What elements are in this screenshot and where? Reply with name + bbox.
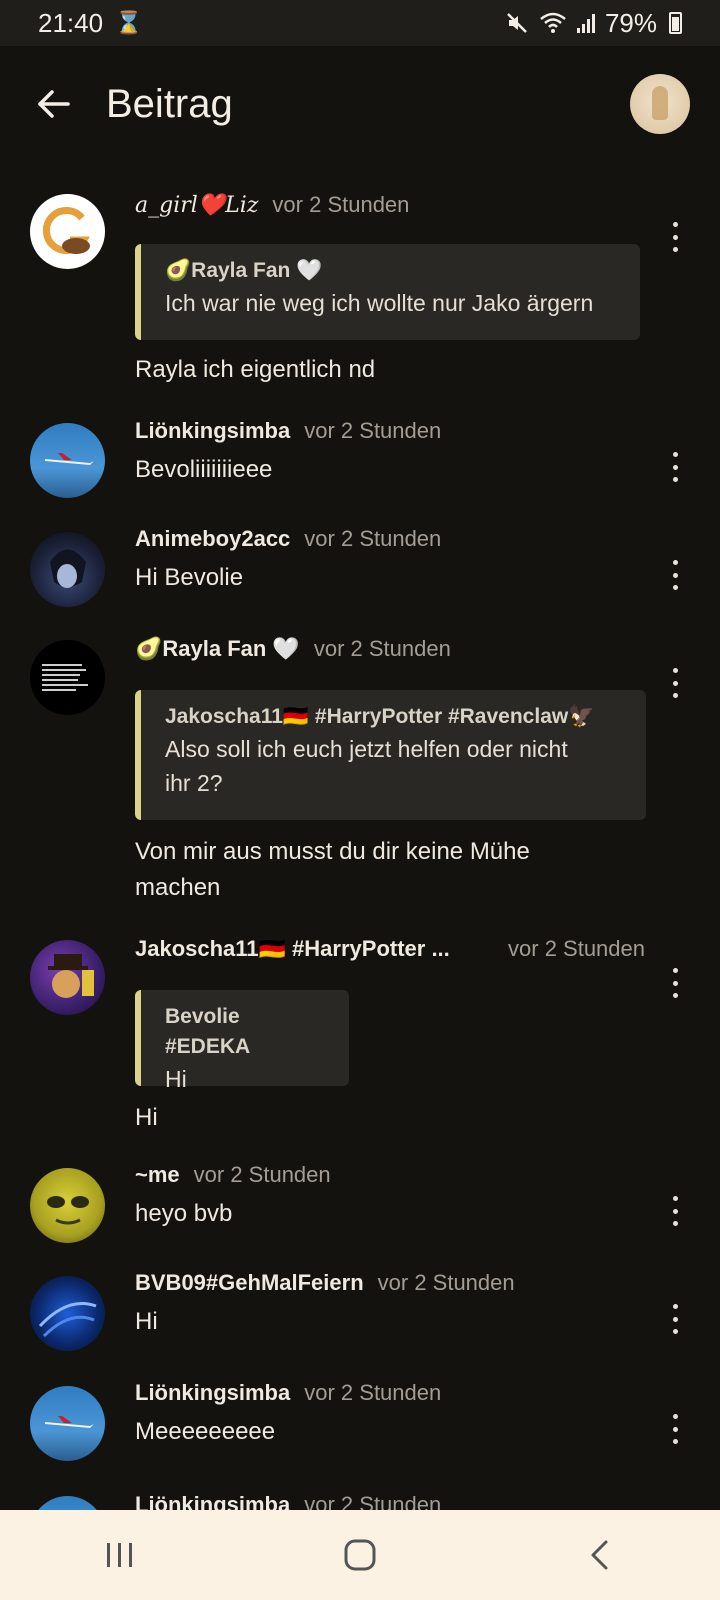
quote-text: Hi [165,1066,187,1092]
quoted-message[interactable]: Jakoscha11🇩🇪 #HarryPotter #Ravenclaw🦅 Al… [135,690,646,820]
wifi-icon [540,12,566,33]
comment-header: Jakoscha11🇩🇪 #HarryPotter ... vor 2 Stun… [135,936,645,962]
page-title: Beitrag [106,82,233,126]
timestamp: vor 2 Stunden [304,418,442,443]
quote-text-line-2: ihr 2? [165,770,223,796]
comment-text: Von mir aus musst du dir keine Mühe mach… [135,834,530,906]
quote-text: Ich war nie weg ich wollte nur Jako ärge… [165,290,594,316]
more-options-icon[interactable] [664,968,686,998]
comment-header: Liönkingsimba vor 2 Stunden [135,1380,441,1406]
timestamp: vor 2 Stunden [313,636,451,661]
comment-header: ~me vor 2 Stunden [135,1162,331,1188]
quote-author: 🥑Rayla Fan 🤍 [165,259,323,282]
quote-author: Bevolie #EDEKA [165,1005,251,1058]
avatar[interactable] [30,423,105,498]
status-time: 21:40 [38,7,104,38]
timestamp: vor 2 Stunden [193,1162,331,1187]
avatar-image [42,664,88,691]
system-nav-bar [0,1510,720,1600]
username[interactable]: Animeboy2acc [135,526,290,552]
status-right: 79% [505,8,682,39]
comment-text: Hi [135,1308,158,1335]
back-button[interactable] [570,1530,630,1580]
comment-text: Bevoliiiiiiieee [135,456,273,483]
more-options-icon[interactable] [664,668,686,698]
timestamp: vor 2 Stunden [377,1270,515,1295]
comment-header: 🥑Rayla Fan 🤍 vor 2 Stunden [135,636,451,662]
quote-text-line-1: Also soll ich euch jetzt helfen oder nic… [165,736,568,762]
comment-text: Hi Bevolie [135,564,244,591]
timestamp: vor 2 Stunden [272,192,410,217]
mute-icon [507,13,527,33]
comment-header: Liönkingsimba vor 2 Stunden [135,418,441,444]
quoted-message[interactable]: Bevolie #EDEKA Hi [135,990,349,1092]
avatar[interactable] [30,532,105,607]
more-options-icon[interactable] [664,452,686,482]
avatar[interactable] [30,1168,105,1243]
comment-text-line-1: Von mir aus musst du dir keine Mühe [135,838,530,865]
username[interactable]: a_girl❤️Liz [135,193,258,218]
home-icon [344,1539,376,1571]
more-options-icon[interactable] [664,222,686,252]
timestamp: vor 2 Stunden [304,526,442,551]
hourglass-icon: ⌛ [115,10,143,35]
username[interactable]: Jakoscha11🇩🇪 #HarryPotter ... [135,936,450,962]
more-options-icon[interactable] [664,1414,686,1444]
quoted-message[interactable]: 🥑Rayla Fan 🤍 Ich war nie weg ich wollte … [135,244,640,340]
comment-text: Rayla ich eigentlich nd [135,356,376,383]
comment-text: Meeeeeeeee [135,1418,276,1445]
comment-text: heyo bvb [135,1200,233,1227]
timestamp: vor 2 Stunden [508,936,645,961]
username[interactable]: ~me [135,1162,180,1188]
timestamp: vor 2 Stunden [304,1380,442,1405]
recent-apps-icon [107,1543,132,1567]
profile-avatar[interactable] [630,74,690,134]
battery-percent: 79% [604,7,657,38]
avatar[interactable] [30,1386,105,1461]
avatar[interactable] [30,1276,105,1351]
more-options-icon[interactable] [664,1304,686,1334]
back-icon [591,1540,608,1570]
battery-icon [669,12,682,34]
status-bar: 21:40 ⌛ 79% [0,0,720,46]
comment-header: a_girl❤️Liz vor 2 Stunden [135,192,409,218]
avatar-image [47,1196,89,1225]
username[interactable]: Liönkingsimba [135,1380,290,1406]
airplane-icon [45,453,94,465]
username[interactable]: BVB09#GehMalFeiern [135,1270,364,1296]
comment-text: Hi [135,1104,158,1131]
comment-header: BVB09#GehMalFeiern vor 2 Stunden [135,1270,515,1296]
comment-header: Animeboy2acc vor 2 Stunden [135,526,441,552]
more-options-icon[interactable] [664,1196,686,1226]
username[interactable]: Liönkingsimba [135,418,290,444]
airplane-icon [45,1416,94,1428]
signal-icon [576,13,595,33]
app-bar: Beitrag [0,46,720,166]
username[interactable]: 🥑Rayla Fan 🤍 [135,636,300,662]
quote-author: Jakoscha11🇩🇪 #HarryPotter #Ravenclaw🦅 [165,705,595,728]
avatar[interactable] [30,940,105,1015]
home-button[interactable] [330,1530,390,1580]
avatar[interactable] [30,640,105,715]
avatar-image [50,549,86,588]
recent-apps-button[interactable] [90,1530,150,1580]
comment-text-line-2: machen [135,874,221,901]
avatar-image [42,207,90,254]
avatar-image [48,954,94,998]
back-arrow-icon[interactable] [34,84,74,124]
avatar[interactable] [30,194,105,269]
more-options-icon[interactable] [664,560,686,590]
avatar-image [38,1302,97,1338]
